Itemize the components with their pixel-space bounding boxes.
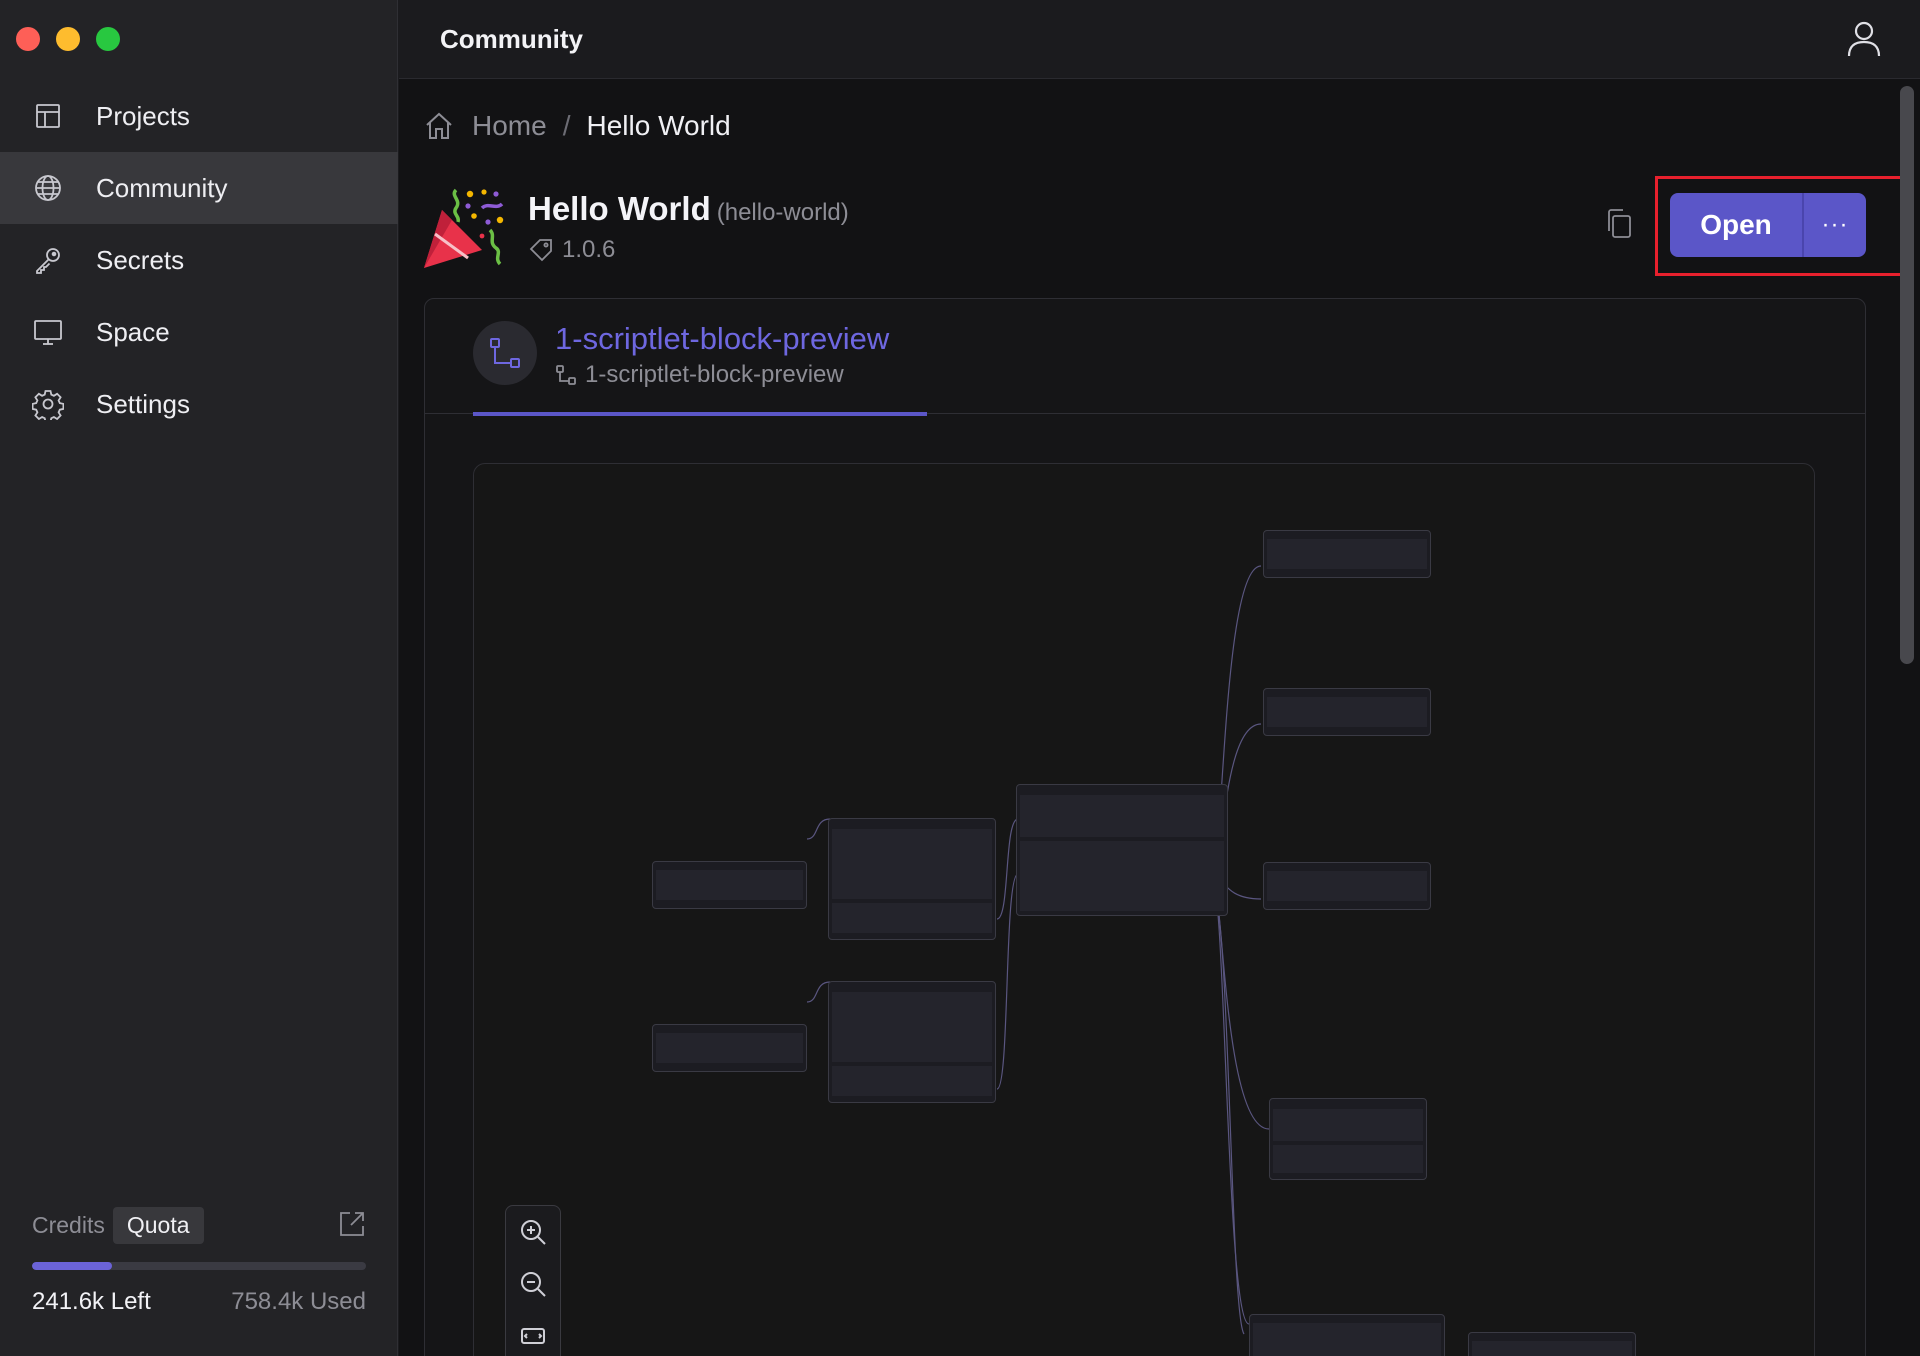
sidebar-item-space[interactable]: Space xyxy=(0,296,398,368)
sidebar-nav: Projects Community Secrets Space Setting… xyxy=(0,80,398,440)
flow-node[interactable] xyxy=(652,1024,807,1072)
sidebar-item-projects[interactable]: Projects xyxy=(0,80,398,152)
sidebar-item-label: Community xyxy=(96,172,228,203)
home-icon[interactable] xyxy=(424,111,454,141)
package-name: Hello World xyxy=(528,190,711,227)
flow-node[interactable] xyxy=(828,981,996,1103)
tab-credits[interactable]: Credits xyxy=(32,1212,105,1239)
flow-icon xyxy=(473,321,537,385)
zoom-in-icon xyxy=(521,1220,546,1245)
gear-icon xyxy=(32,388,64,420)
quota-progress-bar xyxy=(32,1262,366,1270)
package-header: Hello World (hello-world) 1.0.6 Open ··· xyxy=(422,176,1913,276)
breadcrumb-separator: / xyxy=(562,110,571,141)
scriptlet-title: 1-scriptlet-block-preview xyxy=(555,321,890,356)
key-icon xyxy=(32,244,64,276)
zoom-in-button[interactable] xyxy=(506,1206,560,1258)
branch-icon xyxy=(556,365,576,385)
topbar: Community xyxy=(399,0,1920,79)
flow-node[interactable] xyxy=(1016,784,1228,916)
flow-node[interactable] xyxy=(652,861,807,909)
tab-scriptlet-block-preview[interactable]: 1-scriptlet-block-preview 1-scriptlet-bl… xyxy=(473,321,927,416)
party-popper-icon xyxy=(422,186,506,275)
window-controls xyxy=(16,27,120,51)
package-version: 1.0.6 xyxy=(528,236,615,264)
zoom-controls xyxy=(505,1205,561,1356)
user-icon[interactable] xyxy=(1846,20,1882,63)
fit-view-button[interactable] xyxy=(506,1310,560,1356)
sidebar-item-label: Settings xyxy=(96,388,190,419)
breadcrumb-current: Hello World xyxy=(586,110,731,141)
maximize-window-button[interactable] xyxy=(96,27,120,51)
sidebar-item-label: Secrets xyxy=(96,244,185,275)
flow-node[interactable] xyxy=(1249,1314,1445,1356)
flow-node[interactable] xyxy=(1263,688,1431,736)
credits-left: 241.6k Left xyxy=(32,1288,151,1315)
quota-progress-fill xyxy=(32,1262,113,1270)
fit-view-icon xyxy=(521,1328,545,1344)
flow-canvas[interactable] xyxy=(473,463,1815,1356)
sidebar-item-label: Projects xyxy=(96,100,190,131)
sidebar: Projects Community Secrets Space Setting… xyxy=(0,0,398,1356)
tag-icon xyxy=(529,239,552,262)
vertical-scrollbar[interactable] xyxy=(1900,86,1914,664)
tab-quota[interactable]: Quota xyxy=(112,1206,204,1244)
monitor-icon xyxy=(32,316,64,348)
flow-node[interactable] xyxy=(1468,1332,1636,1356)
credit-values: 241.6k Left 758.4k Used xyxy=(32,1288,366,1316)
active-tab-indicator xyxy=(473,412,927,416)
scriptlet-subtitle-text: 1-scriptlet-block-preview xyxy=(585,361,844,388)
sidebar-item-settings[interactable]: Settings xyxy=(0,368,398,440)
scriptlet-tabs: 1-scriptlet-block-preview 1-scriptlet-bl… xyxy=(425,299,1865,416)
flow-node[interactable] xyxy=(1269,1098,1427,1180)
breadcrumb-home[interactable]: Home xyxy=(472,110,547,142)
flow-node[interactable] xyxy=(1263,862,1431,910)
page-title: Community xyxy=(440,24,583,54)
credits-panel: Credits Quota 241.6k Left 758.4k Used xyxy=(32,1206,366,1316)
zoom-out-icon xyxy=(521,1272,546,1297)
breadcrumb: Home / Hello World xyxy=(424,108,731,144)
sidebar-item-label: Space xyxy=(96,316,170,347)
package-slug: (hello-world) xyxy=(716,199,849,226)
package-title: Hello World (hello-world) xyxy=(528,190,849,228)
flow-node[interactable] xyxy=(1263,530,1431,578)
version-label: 1.0.6 xyxy=(562,236,616,263)
flow-node[interactable] xyxy=(828,818,996,940)
main-panel: Community Home / Hello World Hello World… xyxy=(399,0,1920,1356)
globe-icon xyxy=(32,172,64,204)
zoom-out-button[interactable] xyxy=(506,1258,560,1310)
more-options-button[interactable]: ··· xyxy=(1804,193,1866,257)
credits-used: 758.4k Used xyxy=(231,1288,366,1315)
copy-icon[interactable] xyxy=(1604,208,1634,245)
minimize-window-button[interactable] xyxy=(56,27,80,51)
close-window-button[interactable] xyxy=(16,27,40,51)
credits-tabs: Credits Quota xyxy=(32,1206,366,1244)
sidebar-item-secrets[interactable]: Secrets xyxy=(0,224,398,296)
table-icon xyxy=(32,100,64,132)
open-button-group: Open ··· xyxy=(1670,193,1866,257)
scriptlet-subtitle: 1-scriptlet-block-preview xyxy=(555,361,844,389)
sidebar-item-community[interactable]: Community xyxy=(0,152,398,224)
scriptlet-card: 1-scriptlet-block-preview 1-scriptlet-bl… xyxy=(424,298,1866,1356)
external-link-icon[interactable] xyxy=(338,1210,366,1243)
open-button[interactable]: Open xyxy=(1670,193,1804,257)
